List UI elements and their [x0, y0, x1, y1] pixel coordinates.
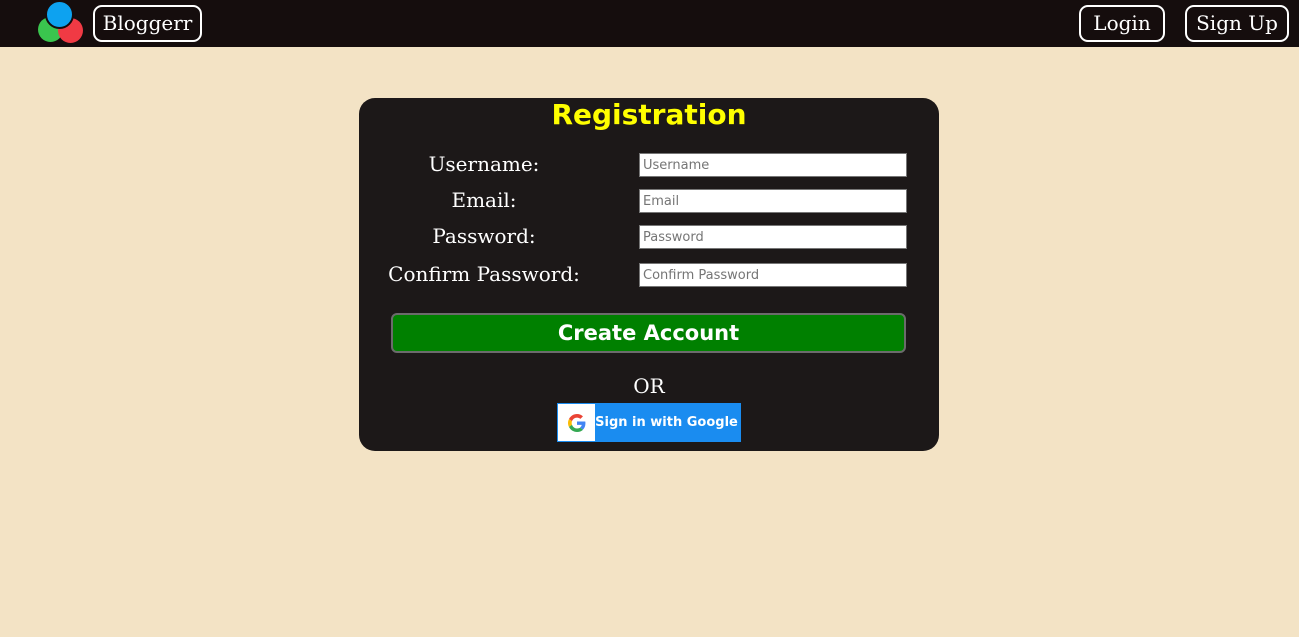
- logo-blue-circle: [45, 0, 74, 29]
- email-label: Email:: [451, 188, 517, 212]
- or-divider-text: OR: [633, 374, 665, 398]
- top-navbar: Bloggerr Login Sign Up: [0, 0, 1299, 47]
- registration-card: Registration Username: Email: Password: …: [359, 98, 939, 451]
- create-account-button[interactable]: Create Account: [391, 313, 906, 353]
- password-input[interactable]: [639, 225, 907, 249]
- google-g-icon: [567, 413, 585, 432]
- logo-icon[interactable]: [38, 0, 84, 43]
- email-input[interactable]: [639, 189, 907, 213]
- google-signin-label: Sign in with Google: [595, 415, 738, 430]
- signup-button[interactable]: Sign Up: [1185, 5, 1289, 42]
- confirm-password-label: Confirm Password:: [388, 262, 580, 286]
- username-label: Username:: [428, 152, 540, 176]
- brand-button[interactable]: Bloggerr: [93, 5, 202, 42]
- login-button[interactable]: Login: [1079, 5, 1165, 42]
- google-icon-container: [558, 404, 595, 441]
- password-label: Password:: [432, 224, 536, 248]
- username-input[interactable]: [639, 153, 907, 177]
- google-signin-button[interactable]: Sign in with Google: [557, 403, 741, 442]
- registration-title: Registration: [551, 98, 747, 131]
- confirm-password-input[interactable]: [639, 263, 907, 287]
